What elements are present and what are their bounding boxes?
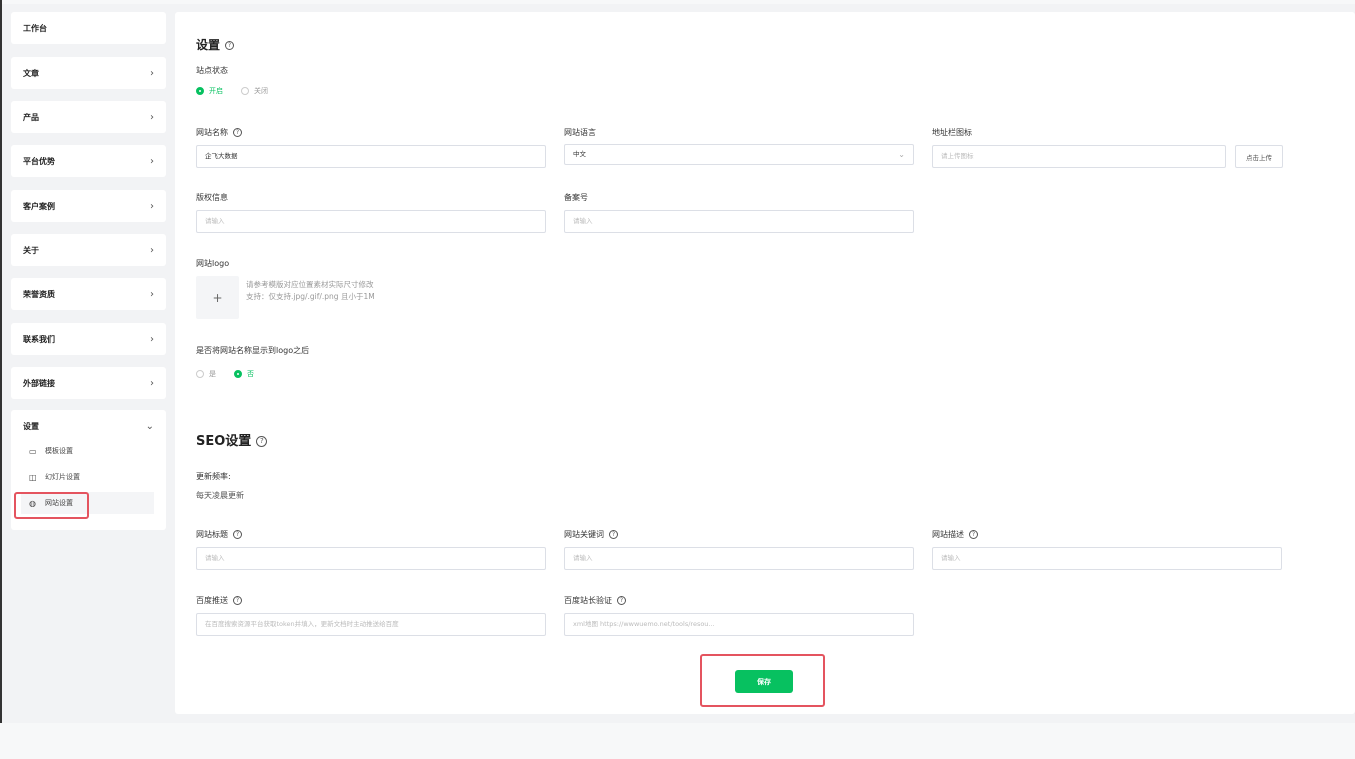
upload-favicon-button[interactable]: 点击上传 — [1235, 145, 1283, 168]
baidu-verify-input[interactable]: xml地图 https://wwwuemo.net/tools/resou... — [564, 613, 914, 636]
chevron-right-icon: › — [150, 244, 154, 256]
sidebar-subitem-label: 幻灯片设置 — [45, 473, 80, 481]
chevron-right-icon: › — [150, 67, 154, 79]
favicon-label: 地址栏图标 — [932, 128, 972, 137]
site-language-select[interactable]: 中文 ⌄ — [564, 144, 914, 165]
sidebar-item-products[interactable]: 产品 › — [11, 101, 166, 133]
highlight-box-save — [700, 654, 825, 707]
site-language-label: 网站语言 — [564, 128, 596, 137]
logo-hint-line2: 支持：仅支持.jpg/.gif/.png 且小于1M — [246, 292, 375, 301]
update-frequency-label: 更新频率: — [196, 472, 231, 481]
favicon-input[interactable]: 请上传图标 — [932, 145, 1226, 168]
radio-open[interactable] — [196, 87, 204, 95]
logo-hint: 请参考模版对应位置素材实际尺寸修改 支持：仅支持.jpg/.gif/.png 且… — [246, 279, 375, 303]
footer-area — [0, 723, 1355, 759]
sidebar-item-contact[interactable]: 联系我们 › — [11, 323, 166, 355]
sidebar-item-label: 荣誉资质 — [23, 289, 55, 299]
radio-closed-label[interactable]: 关闭 — [254, 86, 268, 96]
help-icon[interactable]: ? — [233, 596, 242, 605]
help-icon[interactable]: ? — [225, 41, 235, 50]
sidebar-item-label: 工作台 — [23, 23, 47, 33]
sidebar-subitem-label: 模板设置 — [45, 447, 73, 455]
radio-open-label[interactable]: 开启 — [209, 86, 223, 96]
help-icon[interactable]: ? — [609, 530, 618, 539]
icp-label: 备案号 — [564, 193, 588, 202]
plus-icon: + — [212, 290, 223, 305]
logo-label: 网站logo — [196, 259, 230, 268]
show-name-label: 是否将网站名称显示到logo之后 — [196, 346, 310, 355]
site-name-label: 网站名称? — [196, 127, 242, 138]
sidebar-item-label: 联系我们 — [23, 334, 55, 344]
site-language-value: 中文 — [573, 150, 586, 158]
site-status-label: 站点状态 — [196, 66, 228, 75]
sidebar-item-articles[interactable]: 文章 › — [11, 57, 166, 89]
sidebar-item-about[interactable]: 关于 › — [11, 234, 166, 266]
chevron-right-icon: › — [150, 155, 154, 167]
site-keywords-label: 网站关键词? — [564, 529, 618, 540]
site-keywords-input[interactable]: 请输入 — [564, 547, 914, 570]
sidebar-item-label: 设置 — [23, 421, 39, 431]
page-title: 设置? — [196, 36, 235, 53]
site-description-label: 网站描述? — [932, 529, 978, 540]
chevron-down-icon: ⌄ — [898, 150, 905, 159]
copyright-input[interactable]: 请输入 — [196, 210, 546, 233]
highlight-box-nav — [14, 492, 89, 519]
seo-title: SEO设置? — [196, 430, 268, 449]
sidebar-subitem-slides[interactable]: ◫ 幻灯片设置 — [21, 466, 154, 488]
top-strip — [0, 0, 1355, 4]
radio-no-label[interactable]: 否 — [247, 369, 254, 379]
help-icon[interactable]: ? — [233, 530, 242, 539]
sidebar-item-advantages[interactable]: 平台优势 › — [11, 145, 166, 177]
radio-yes[interactable] — [196, 370, 204, 378]
window-edge — [0, 0, 2, 759]
radio-closed[interactable] — [241, 87, 249, 95]
site-name-input[interactable]: 企飞大数据 — [196, 145, 546, 168]
logo-hint-line1: 请参考模版对应位置素材实际尺寸修改 — [246, 280, 374, 289]
update-frequency-value: 每天凌晨更新 — [196, 491, 244, 500]
sidebar-item-label: 客户案例 — [23, 201, 55, 211]
site-title-label: 网站标题? — [196, 529, 242, 540]
copyright-label: 版权信息 — [196, 193, 228, 202]
help-icon[interactable]: ? — [256, 436, 268, 447]
site-status-radio-group: 开启 关闭 — [196, 86, 286, 96]
logo-upload-box[interactable]: + — [196, 276, 239, 319]
chevron-right-icon: › — [150, 333, 154, 345]
settings-panel — [175, 12, 1355, 714]
site-title-input[interactable]: 请输入 — [196, 547, 546, 570]
baidu-verify-label: 百度站长验证? — [564, 595, 626, 606]
sidebar-item-cases[interactable]: 客户案例 › — [11, 190, 166, 222]
sidebar-item-workbench[interactable]: 工作台 — [11, 12, 166, 44]
chevron-right-icon: › — [150, 288, 154, 300]
icp-input[interactable]: 请输入 — [564, 210, 914, 233]
sidebar-item-label: 平台优势 — [23, 156, 55, 166]
slides-icon: ◫ — [29, 472, 37, 482]
baidu-push-label: 百度推送? — [196, 595, 242, 606]
sidebar-item-label: 产品 — [23, 112, 39, 122]
radio-no[interactable] — [234, 370, 242, 378]
chevron-right-icon: › — [150, 111, 154, 123]
baidu-push-input[interactable]: 在百度搜索资源平台获取token并填入，更新文档时主动推送给百度 — [196, 613, 546, 636]
chevron-down-icon: ⌄ — [145, 420, 154, 432]
site-description-input[interactable]: 请输入 — [932, 547, 1282, 570]
sidebar-item-honors[interactable]: 荣誉资质 › — [11, 278, 166, 310]
help-icon[interactable]: ? — [617, 596, 626, 605]
help-icon[interactable]: ? — [233, 128, 242, 137]
chevron-right-icon: › — [150, 377, 154, 389]
radio-yes-label[interactable]: 是 — [209, 369, 216, 379]
sidebar-item-settings[interactable]: 设置 ⌄ — [11, 410, 166, 442]
show-name-radio-group: 是 否 — [196, 369, 272, 379]
monitor-icon: ▭ — [29, 446, 37, 456]
sidebar-item-label: 外部链接 — [23, 378, 55, 388]
sidebar-item-label: 文章 — [23, 68, 39, 78]
help-icon[interactable]: ? — [969, 530, 978, 539]
sidebar-item-label: 关于 — [23, 245, 39, 255]
sidebar-item-external-links[interactable]: 外部链接 › — [11, 367, 166, 399]
chevron-right-icon: › — [150, 200, 154, 212]
sidebar-subitem-template[interactable]: ▭ 模板设置 — [21, 440, 154, 462]
